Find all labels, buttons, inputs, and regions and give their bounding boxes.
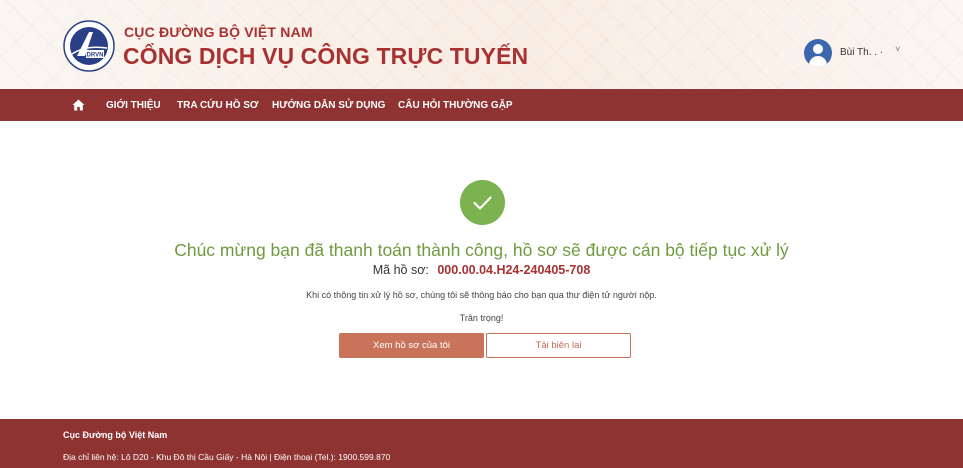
user-menu[interactable]: Bùi Th. . · ˅	[804, 38, 900, 68]
application-code-label: Mã hồ sơ:	[372, 263, 429, 277]
chevron-down-icon[interactable]: ˅	[895, 44, 900, 54]
site-footer: Cục Đường bộ Việt Nam Địa chỉ liên hệ: L…	[0, 419, 963, 468]
application-code-line: Mã hồ sơ: 000.00.04.H24-240405-708	[0, 263, 963, 277]
nav-item-huong-dan-su-dung[interactable]: HƯỚNG DẪN SỬ DỤNG	[272, 100, 385, 111]
drvn-logo[interactable]: DRVN	[63, 20, 115, 72]
brand-subtitle: CỤC ĐƯỜNG BỘ VIỆT NAM	[124, 24, 313, 40]
download-receipt-button[interactable]: Tải biên lai	[486, 333, 631, 358]
footer-contact-info: Địa chỉ liên hệ: Lô D20 - Khu Đô thị Cầu…	[63, 452, 391, 462]
nav-item-cau-hoi-thuong-gap[interactable]: CÂU HỎI THƯỜNG GẶP	[398, 100, 513, 111]
nav-item-tra-cuu-ho-so[interactable]: TRA CỨU HỒ SƠ	[177, 100, 258, 111]
nav-item-gioi-thieu[interactable]: GIỚI THIỆU	[106, 100, 161, 111]
user-avatar-icon[interactable]	[804, 39, 832, 67]
application-code-value: 000.00.04.H24-240405-708	[437, 263, 591, 277]
check-circle-icon	[460, 180, 505, 225]
footer-organization-name: Cục Đường bộ Việt Nam	[63, 430, 168, 440]
regards-text: Trân trọng!	[459, 313, 504, 323]
view-my-application-button[interactable]: Xem hồ sơ của tôi	[339, 333, 484, 358]
success-headline: Chúc mừng bạn đã thanh toán thành công, …	[174, 240, 789, 260]
site-header: DRVN CỤC ĐƯỜNG BỘ VIỆT NAM CỔNG DỊCH VỤ …	[0, 0, 963, 89]
brand-title[interactable]: CỔNG DỊCH VỤ CÔNG TRỰC TUYẾN	[123, 43, 528, 70]
home-icon[interactable]	[72, 99, 85, 111]
notification-info-text: Khi có thông tin xử lý hồ sơ, chúng tôi …	[306, 290, 657, 300]
main-navigation: GIỚI THIỆU TRA CỨU HỒ SƠ HƯỚNG DẪN SỬ DỤ…	[0, 89, 963, 121]
user-name[interactable]: Bùi Th. . ·	[840, 47, 883, 58]
logo-text: DRVN	[87, 53, 104, 59]
